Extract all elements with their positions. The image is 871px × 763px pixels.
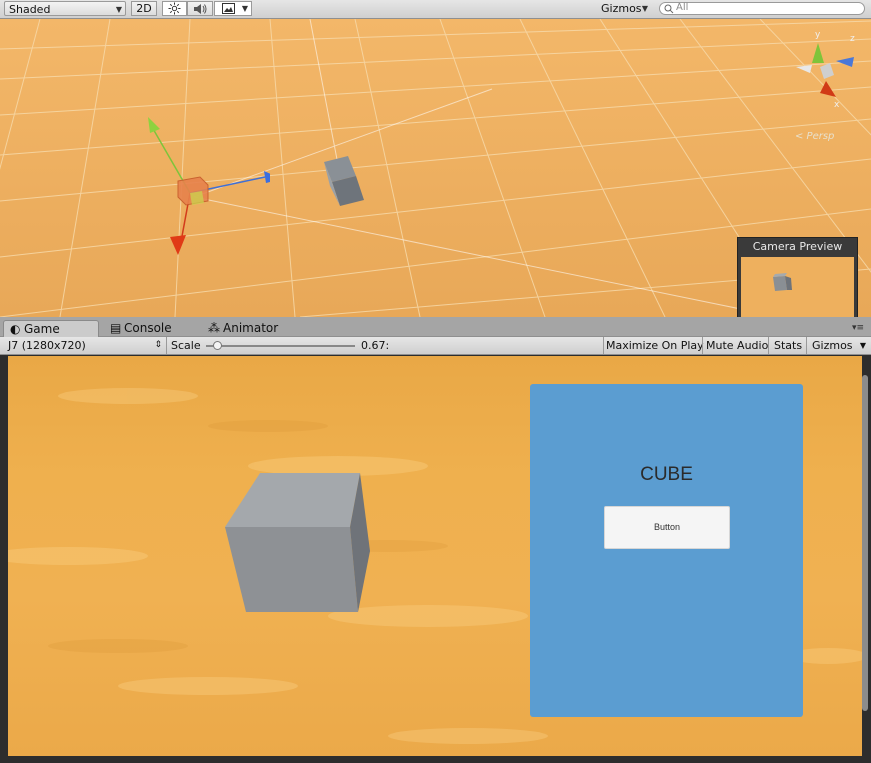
updown-arrow-icon: ⇕ — [154, 340, 162, 350]
resolution-dropdown[interactable]: J7 (1280x720) ⇕ — [8, 337, 164, 354]
z-axis-handle-icon — [170, 235, 186, 255]
gizmo-x-label: x — [834, 100, 840, 110]
search-placeholder: All — [676, 2, 689, 13]
game-cube — [225, 473, 370, 612]
game-gizmos-label: Gizmos — [812, 339, 853, 352]
dropdown-arrow-icon: ▼ — [115, 5, 122, 14]
panel-button[interactable]: Button — [604, 506, 730, 549]
game-toolbar: J7 (1280x720) ⇕ Scale 0.67: Maximize On … — [0, 337, 871, 355]
transform-gizmo[interactable] — [130, 97, 270, 257]
toolbar-separator — [603, 337, 604, 354]
dropdown-arrow-icon: ▼ — [241, 4, 248, 13]
ui-panel: CUBE Button — [530, 384, 803, 717]
scene-search-input[interactable]: All — [659, 2, 865, 15]
game-view-scrollbar[interactable] — [862, 375, 868, 711]
audio-speaker-icon[interactable] — [187, 1, 213, 16]
toolbar-separator — [768, 337, 769, 354]
tab-console-label: Console — [124, 321, 172, 335]
tab-game-label: Game — [24, 322, 60, 336]
scale-slider-track[interactable] — [206, 341, 355, 350]
shading-mode-dropdown[interactable]: Shaded ▼ — [4, 1, 126, 16]
2d-toggle-button[interactable]: 2D — [131, 1, 157, 16]
animator-icon: ⁂ — [208, 321, 220, 335]
scene-cube[interactable] — [320, 156, 370, 208]
scale-value: 0.67: — [361, 339, 390, 352]
camera-preview: Camera Preview — [737, 237, 858, 317]
tab-game[interactable]: ◐ Game — [3, 320, 99, 337]
image-effects-icon[interactable]: ▼ — [214, 1, 252, 16]
scene-gizmos-dropdown[interactable]: Gizmos ▼ — [597, 1, 651, 16]
toolbar-separator — [166, 337, 167, 354]
scene-toolbar: Shaded ▼ 2D ▼ Gizmos ▼ All — [0, 0, 871, 19]
sun-lighting-icon[interactable] — [162, 1, 187, 16]
panel-menu-icon[interactable]: ▾≡ — [852, 323, 864, 333]
game-controller-icon: ◐ — [10, 322, 21, 336]
camera-preview-title: Camera Preview — [752, 240, 843, 253]
scene-gizmos-label: Gizmos — [601, 2, 642, 15]
console-icon: ▤ — [110, 321, 122, 335]
search-icon — [664, 4, 674, 14]
tab-console[interactable]: ▤ Console — [108, 320, 198, 337]
preview-cube — [773, 273, 792, 291]
scale-label: Scale — [171, 339, 201, 352]
gizmo-y-label: y — [815, 30, 821, 40]
maximize-on-play-toggle[interactable]: Maximize On Play — [606, 337, 704, 354]
tab-animator-label: Animator — [223, 321, 279, 335]
dropdown-arrow-icon: ▼ — [641, 4, 648, 13]
resolution-label: J7 (1280x720) — [8, 339, 86, 352]
scene-view[interactable]: y x z < Persp Camera Preview — [0, 19, 871, 317]
toolbar-separator — [806, 337, 807, 354]
game-gizmos-dropdown[interactable]: Gizmos ▼ — [812, 337, 866, 354]
toolbar-separator — [702, 337, 703, 354]
gizmo-z-label: z — [850, 34, 855, 44]
camera-preview-image — [741, 257, 854, 317]
dropdown-arrow-icon: ▼ — [859, 341, 866, 350]
tab-animator[interactable]: ⁂ Animator — [206, 320, 296, 337]
y-axis-handle-icon — [148, 117, 160, 133]
projection-toggle[interactable]: < Persp — [795, 131, 834, 142]
stats-toggle[interactable]: Stats — [774, 337, 802, 354]
orientation-gizmo[interactable]: y x z — [790, 27, 860, 117]
mute-audio-toggle[interactable]: Mute Audio — [706, 337, 768, 354]
game-view[interactable]: CUBE Button — [8, 356, 862, 756]
shading-mode-label: Shaded — [9, 3, 51, 16]
scale-slider-thumb[interactable] — [213, 341, 222, 350]
panel-title: CUBE — [640, 464, 693, 485]
tab-strip: ◐ Game ▤ Console ⁂ Animator ▾≡ — [0, 317, 871, 337]
